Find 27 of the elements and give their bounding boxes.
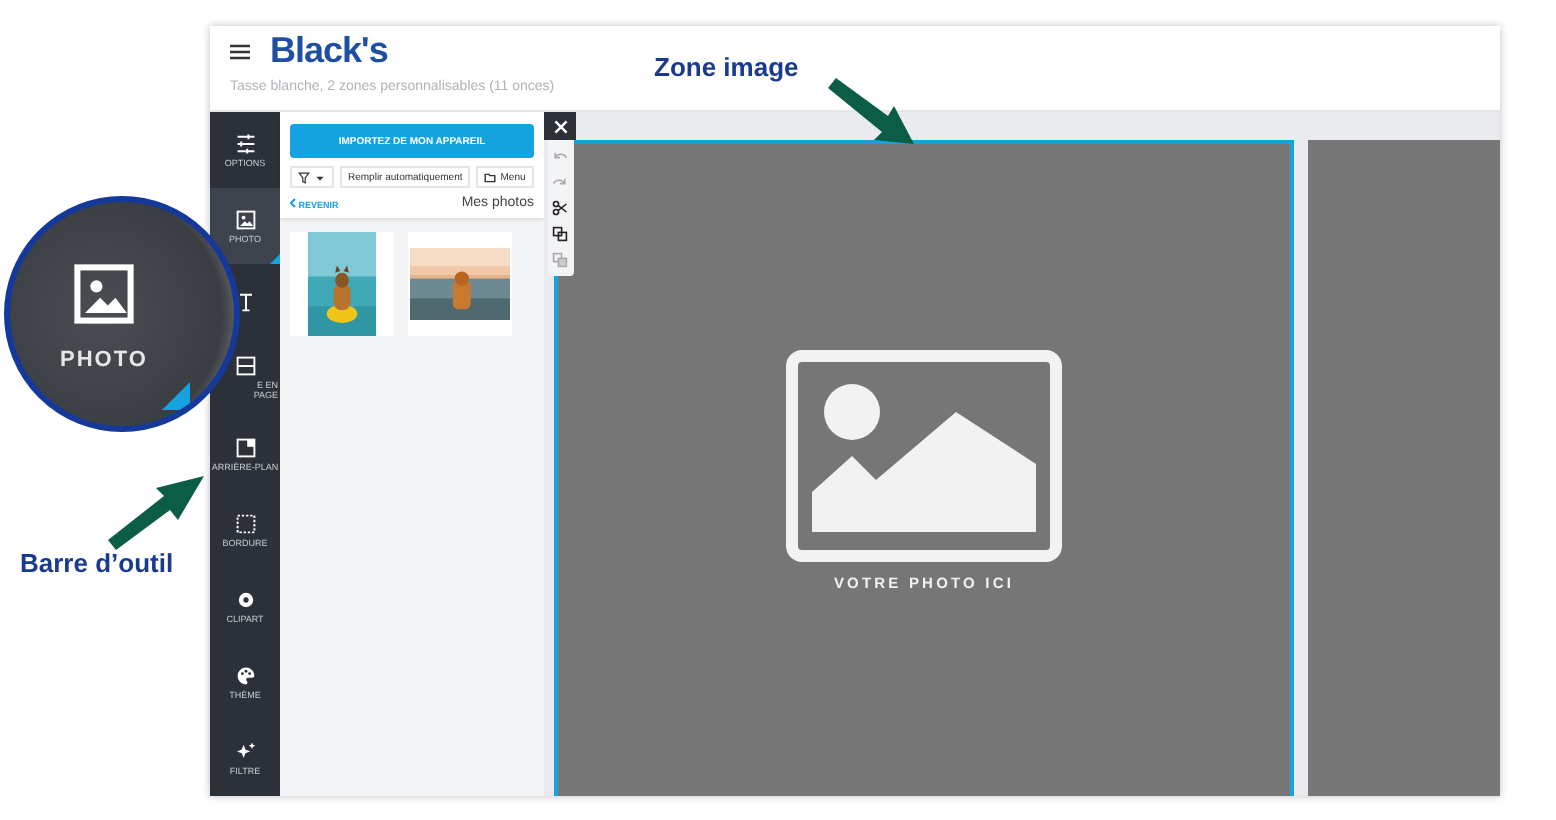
callout-arrow	[824, 76, 920, 148]
image-placeholder-icon	[784, 348, 1064, 564]
close-icon	[553, 119, 567, 133]
options-icon	[233, 131, 257, 156]
border-icon	[233, 511, 257, 536]
filter-dropdown[interactable]	[290, 166, 334, 188]
photo-icon	[233, 207, 257, 232]
callout-label: Zone image	[654, 52, 799, 82]
close-button[interactable]	[544, 112, 576, 140]
filter-icon	[298, 171, 310, 183]
magnified-label: PHOTO	[60, 348, 148, 372]
filter-icon	[233, 739, 257, 764]
logo[interactable]: Black's	[270, 30, 388, 72]
theme-icon	[233, 663, 257, 688]
callout-label: Barre d’outil	[20, 548, 174, 578]
background-icon	[233, 435, 257, 460]
clipart-icon	[233, 587, 257, 612]
layout-icon	[233, 354, 257, 379]
scissors-icon[interactable]	[552, 200, 568, 216]
caret-icon	[314, 171, 326, 183]
duplicate-icon[interactable]	[552, 226, 568, 242]
chevron-left-icon	[290, 197, 296, 207]
photo-thumbnail[interactable]	[290, 232, 394, 336]
folder-icon	[484, 171, 497, 183]
menu-icon[interactable]	[230, 41, 250, 61]
selection-corner	[162, 382, 190, 410]
photo-thumbnail[interactable]	[408, 232, 512, 336]
